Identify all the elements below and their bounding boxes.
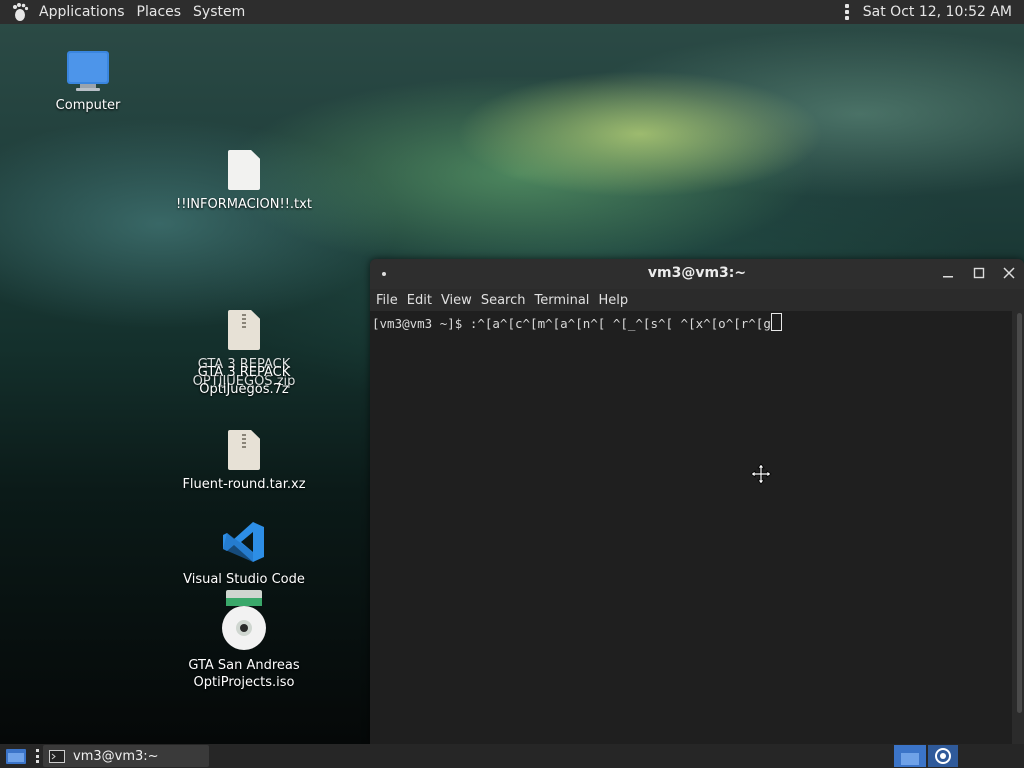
desktop-icon-label: Fluent-round.tar.xz	[182, 477, 306, 492]
top-panel: Applications Places System Sat Oct 12, 1…	[0, 0, 1024, 24]
minimize-icon[interactable]	[940, 265, 956, 281]
browser-icon	[935, 748, 951, 764]
desktop-icon-computer[interactable]: Computer	[48, 50, 128, 114]
bottom-panel: vm3@vm3:~	[0, 744, 1024, 768]
terminal-menu-file[interactable]: File	[376, 293, 398, 308]
desktop-icon-gta3-zip[interactable]: GTA 3 REPACK OPTIJUEGOS.zip GTA 3 REPACK…	[172, 310, 316, 397]
archive-icon	[228, 430, 260, 470]
gnome-foot-icon[interactable]	[10, 2, 30, 22]
close-icon[interactable]	[1001, 265, 1017, 281]
terminal-menu-terminal[interactable]: Terminal	[534, 293, 589, 308]
archive-icon	[228, 310, 260, 350]
panel-menu-dots-icon[interactable]	[844, 4, 849, 20]
desktop-icon-label: Computer	[55, 98, 121, 113]
terminal-menu-search[interactable]: Search	[481, 293, 526, 308]
terminal-menu-view[interactable]: View	[441, 293, 472, 308]
terminal-menu-edit[interactable]: Edit	[407, 293, 432, 308]
terminal-output[interactable]: [vm3@vm3 ~]$ :^[a^[c^[m^[a^[n^[ ^[_^[s^[…	[370, 311, 1012, 744]
terminal-scrollbar[interactable]	[1017, 313, 1022, 713]
desktop-icon-vscode[interactable]: Visual Studio Code	[172, 520, 316, 588]
top-panel-right: Sat Oct 12, 10:52 AM	[844, 0, 1024, 24]
menu-applications[interactable]: Applications	[33, 0, 131, 24]
disc-image-icon	[222, 590, 266, 650]
taskbar-handle-icon[interactable]	[36, 749, 39, 763]
desktop-icon-label: GTA San Andreas OptiProjects.iso	[188, 658, 300, 690]
desktop-icon-label: Visual Studio Code	[183, 572, 305, 587]
workspace-1[interactable]	[894, 745, 926, 767]
terminal-window[interactable]: vm3@vm3:~ File Edit View Search Terminal…	[370, 259, 1024, 744]
desktop-icon-fluent-round[interactable]: Fluent-round.tar.xz	[172, 430, 316, 493]
menu-places[interactable]: Places	[131, 0, 188, 24]
workspace-switcher	[894, 744, 958, 768]
computer-icon	[67, 51, 109, 91]
vscode-icon	[223, 522, 264, 562]
terminal-prompt-line: [vm3@vm3 ~]$ :^[a^[c^[m^[a^[n^[ ^[_^[s^[…	[372, 316, 771, 331]
clock[interactable]: Sat Oct 12, 10:52 AM	[863, 4, 1024, 20]
desktop-icon-gta-sa-iso[interactable]: GTA San Andreas OptiProjects.iso	[172, 588, 316, 691]
menu-system[interactable]: System	[187, 0, 251, 24]
terminal-menubar: File Edit View Search Terminal Help	[370, 289, 1024, 311]
terminal-titlebar[interactable]: vm3@vm3:~	[370, 259, 1024, 289]
terminal-title: vm3@vm3:~	[647, 265, 747, 281]
desktop-icon-informacion-txt[interactable]: !!INFORMACION!!.txt	[172, 150, 316, 213]
text-file-icon	[228, 150, 260, 190]
taskbar-item-label: vm3@vm3:~	[73, 748, 159, 764]
show-desktop-icon[interactable]	[5, 747, 27, 765]
move-cursor-icon	[750, 463, 772, 485]
terminal-icon	[49, 749, 65, 763]
top-menu: Applications Places System	[33, 0, 251, 24]
text-cursor	[770, 313, 782, 331]
workspace-2[interactable]	[928, 745, 958, 767]
desktop-icon-label: !!INFORMACION!!.txt	[176, 197, 312, 212]
taskbar-item-terminal[interactable]: vm3@vm3:~	[43, 745, 209, 767]
maximize-icon[interactable]	[971, 265, 987, 281]
desktop-icon-label: GTA 3 REPACK OptiJuegos.7z	[197, 365, 291, 397]
terminal-menu-help[interactable]: Help	[598, 293, 628, 308]
